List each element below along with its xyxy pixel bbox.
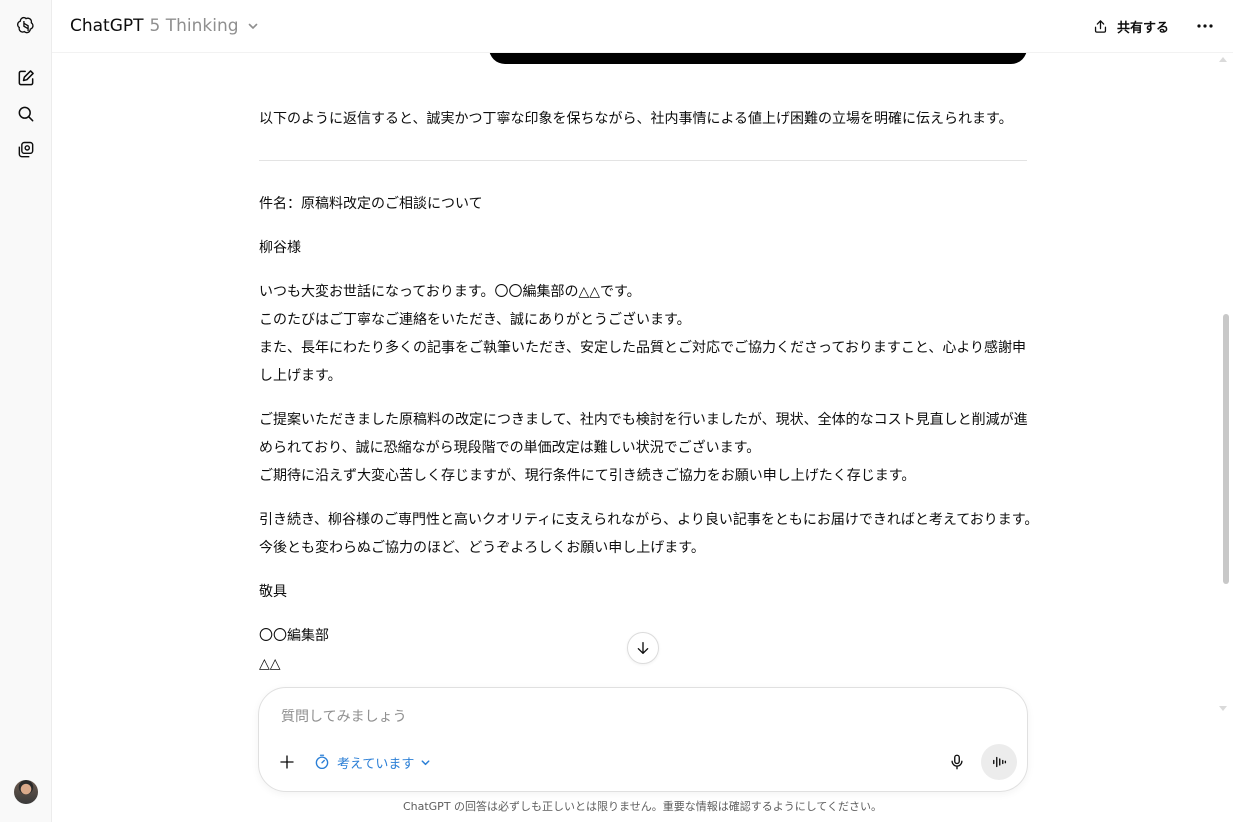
scrollbar-down-arrow[interactable]: [1219, 706, 1227, 711]
prompt-input[interactable]: [279, 704, 983, 730]
composer: 考えています: [258, 687, 1028, 792]
email-paragraph-3: 引き続き、柳谷様のご専門性と高いクオリティに支えられながら、より良い記事をともに…: [259, 506, 1039, 562]
more-icon[interactable]: [1193, 14, 1217, 38]
paragraph-line: ご期待に沿えず大変心苦しく存じますが、現行条件にて引き続きご協力をお願い申し上げ…: [259, 468, 916, 484]
assistant-intro: 以下のように返信すると、誠実かつ丁寧な印象を保ちながら、社内事情による値上げ困難…: [259, 105, 1029, 133]
header: ChatGPT 5 Thinking 共有する: [52, 0, 1233, 53]
paragraph-line: このたびはご丁寧なご連絡をいただき、誠にありがとうございます。: [259, 312, 691, 328]
email-subject: 件名：原稿料改定のご相談について: [259, 190, 1029, 218]
sidebar-rail: [0, 0, 52, 822]
model-variant: 5 Thinking: [149, 16, 239, 36]
paragraph-line: また、長年にわたり多くの記事をご執筆いただき、安定した品質とご対応でご協力くださ…: [259, 340, 1027, 384]
share-button[interactable]: 共有する: [1092, 14, 1169, 38]
previous-message-bubble: [489, 53, 1027, 64]
arrow-down-icon: [637, 642, 649, 654]
app-name: ChatGPT: [70, 16, 144, 36]
microphone-icon[interactable]: [945, 750, 969, 774]
email-paragraph-1: いつも大変お世話になっております。〇〇編集部の△△です。 このたびはご丁寧なご連…: [259, 278, 1029, 390]
email-greeting: 柳谷様: [259, 234, 1029, 262]
timer-icon: [315, 754, 329, 770]
avatar[interactable]: [14, 780, 38, 804]
chat-app: ChatGPT 5 Thinking 共有する 以下のように返信すると、誠実かつ…: [0, 0, 1233, 822]
divider: [259, 160, 1027, 161]
disclaimer: ChatGPT の回答は必ずしも正しいとは限りません。重要な情報は確認するように…: [402, 800, 883, 813]
subject-text: 件名：原稿料改定のご相談について: [259, 196, 483, 212]
search-icon[interactable]: [14, 102, 38, 126]
library-icon[interactable]: [14, 138, 38, 162]
scrollbar-thumb[interactable]: [1223, 314, 1229, 584]
scroll-to-bottom-button[interactable]: [627, 632, 659, 664]
paragraph-line: ご提案いただきました原稿料の改定につきまして、社内でも検討を行いましたが、現状、…: [259, 412, 1028, 456]
share-label: 共有する: [1116, 20, 1169, 36]
paragraph-line: 引き続き、柳谷様のご専門性と高いクオリティに支えられながら、より良い記事をともに…: [259, 512, 1039, 528]
plus-icon[interactable]: [275, 750, 299, 774]
closing-text: 敬具: [259, 584, 287, 600]
new-chat-icon[interactable]: [14, 66, 38, 90]
thinking-mode-button[interactable]: 考えています: [313, 750, 431, 774]
chevron-down-icon: [421, 759, 430, 765]
email-closing: 敬具: [259, 578, 1029, 606]
thinking-mode-label: 考えています: [337, 756, 415, 772]
chevron-down-icon: [248, 23, 257, 29]
intro-text: 以下のように返信すると、誠実かつ丁寧な印象を保ちながら、社内事情による値上げ困難…: [259, 111, 1013, 127]
share-icon: [1094, 19, 1107, 33]
model-selector[interactable]: ChatGPT 5 Thinking: [70, 14, 259, 38]
openai-logo-icon[interactable]: [14, 14, 38, 38]
email-paragraph-2: ご提案いただきました原稿料の改定につきまして、社内でも検討を行いましたが、現状、…: [259, 406, 1029, 490]
paragraph-line: 今後とも変わらぬご協力のほど、どうぞよろしくお願い申し上げます。: [259, 540, 705, 556]
scrollbar-up-arrow[interactable]: [1219, 57, 1227, 62]
paragraph-line: いつも大変お世話になっております。〇〇編集部の△△です。: [259, 284, 641, 300]
greeting-text: 柳谷様: [259, 240, 301, 256]
voice-mode-icon[interactable]: [981, 744, 1017, 780]
conversation: 以下のように返信すると、誠実かつ丁寧な印象を保ちながら、社内事情による値上げ困難…: [52, 53, 1233, 685]
